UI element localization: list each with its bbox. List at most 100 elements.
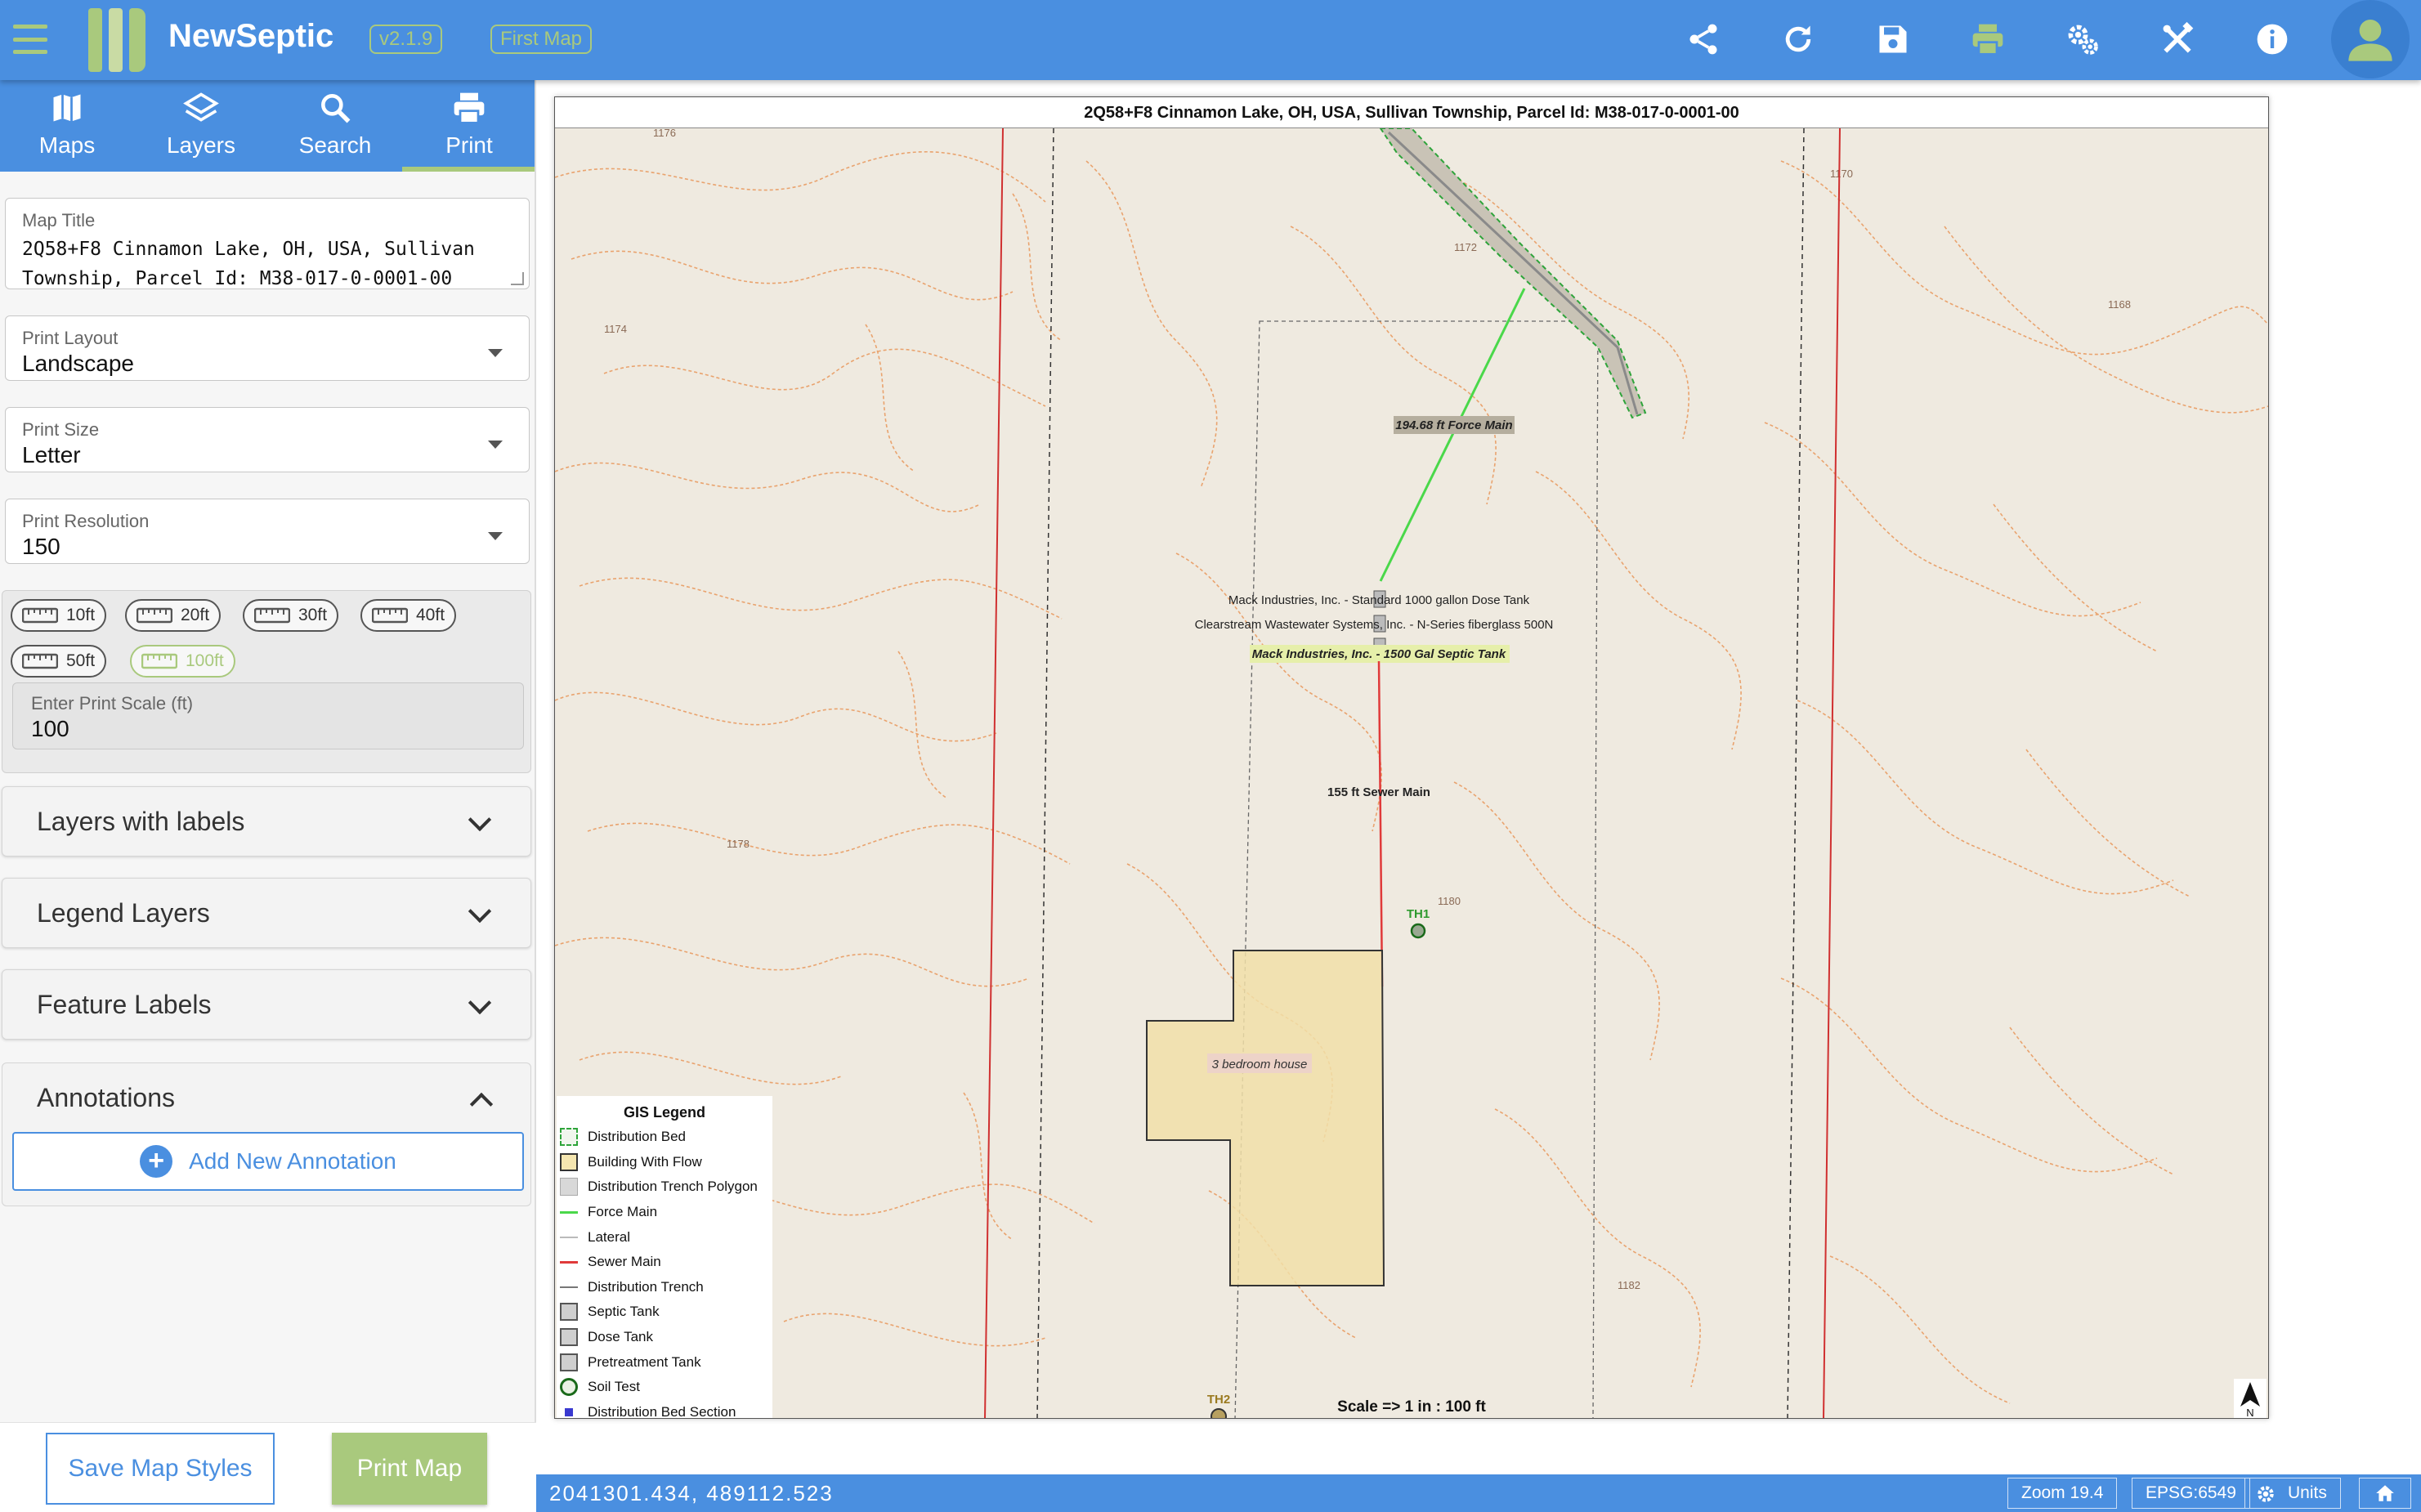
legend-title: GIS Legend	[623, 1104, 705, 1121]
box-icon	[560, 1353, 578, 1371]
print-layout-label: Print Layout	[22, 328, 119, 348]
contour-label: 1182	[1618, 1279, 1640, 1291]
version-badge: v2.1.9	[369, 25, 443, 54]
print-size-select[interactable]: Print Size Letter	[5, 407, 530, 472]
home-button[interactable]	[2359, 1478, 2411, 1509]
tab-layers[interactable]: Layers	[134, 80, 268, 172]
scale-chip-30ft[interactable]: 30ft	[243, 599, 339, 632]
map-drawing[interactable]: 1176 1174 1172 1170 1178 1180 1182 1168 …	[555, 128, 2268, 1419]
side-tabs: Maps Layers Search Print	[0, 80, 536, 172]
ruler-icon	[22, 607, 58, 624]
line-icon	[560, 1203, 578, 1221]
soil-test-th1	[1410, 923, 1426, 939]
print-scale-box: 10ft 20ft 30ft 40ft 50ft 100ft Enter Pri…	[2, 590, 531, 773]
cursor-coordinates: 2041301.434, 489112.523	[549, 1481, 834, 1505]
print-resolution-select[interactable]: Print Resolution 150	[5, 499, 530, 564]
scale-chip-50ft[interactable]: 50ft	[11, 645, 107, 678]
plus-circle-icon: +	[140, 1145, 173, 1178]
accordion-feature-labels[interactable]: Feature Labels	[2, 969, 531, 1040]
legend-label: Lateral	[588, 1228, 630, 1245]
accordion-legend-layers[interactable]: Legend Layers	[2, 878, 531, 948]
tab-search[interactable]: Search	[268, 80, 402, 172]
share-icon[interactable]	[1682, 18, 1725, 60]
sewer-main-line	[1377, 660, 1384, 987]
legend-label: Building With Flow	[588, 1153, 702, 1170]
info-icon[interactable]	[2251, 18, 2293, 60]
print-scale-input[interactable]	[31, 716, 505, 742]
panel-actions: Save Map Styles Print Map	[0, 1422, 536, 1512]
resize-grip-icon[interactable]	[511, 272, 524, 285]
gear-icon	[2258, 1486, 2274, 1502]
contour-label: 1174	[604, 323, 627, 335]
units-button[interactable]: Units	[2244, 1478, 2341, 1509]
print-layout-value: Landscape	[22, 351, 135, 376]
save-map-styles-button[interactable]: Save Map Styles	[46, 1433, 275, 1505]
scale-chip-20ft[interactable]: 20ft	[125, 599, 222, 632]
north-label: N	[2246, 1407, 2253, 1418]
house-label: 3 bedroom house	[1212, 1058, 1308, 1071]
scale-chip-40ft[interactable]: 40ft	[360, 599, 457, 632]
print-panel: Map Title 2Q58+F8 Cinnamon Lake, OH, USA…	[0, 172, 536, 1422]
ruler-icon	[136, 607, 172, 624]
menu-icon[interactable]	[13, 25, 47, 54]
line-icon	[560, 1228, 578, 1246]
map-name-badge[interactable]: First Map	[490, 25, 593, 54]
zoom-level: Zoom 19.4	[2007, 1478, 2118, 1509]
legend-label: Distribution Trench	[588, 1278, 704, 1295]
line-icon	[560, 1253, 578, 1271]
print-map-title: 2Q58+F8 Cinnamon Lake, OH, USA, Sullivan…	[555, 97, 2268, 128]
scale-chip-10ft[interactable]: 10ft	[11, 599, 107, 632]
setback-line	[1787, 128, 1805, 1418]
tab-label: Maps	[38, 132, 96, 158]
caret-down-icon	[488, 349, 503, 357]
contour-label: 1178	[727, 838, 750, 850]
gis-legend: GIS Legend Distribution Bed Building Wit…	[557, 1096, 772, 1418]
print-scale-field[interactable]: Enter Print Scale (ft)	[12, 682, 524, 749]
print-icon[interactable]	[1967, 18, 2009, 60]
ruler-icon	[22, 653, 58, 669]
legend-item: Sewer Main	[557, 1250, 772, 1275]
ruler-icon	[141, 653, 177, 669]
contour-label: 1172	[1454, 241, 1477, 253]
app-name: NewSeptic	[168, 18, 334, 54]
add-annotation-button[interactable]: + Add New Annotation	[12, 1132, 524, 1191]
legend-label: Force Main	[588, 1204, 658, 1220]
map-icon	[53, 94, 81, 122]
map-title-field[interactable]: Map Title 2Q58+F8 Cinnamon Lake, OH, USA…	[5, 198, 530, 289]
north-arrow-icon: N	[2234, 1379, 2267, 1418]
print-map-button[interactable]: Print Map	[332, 1433, 487, 1505]
accordion-layers-with-labels[interactable]: Layers with labels	[2, 786, 531, 857]
scale-chip-100ft[interactable]: 100ft	[130, 645, 235, 678]
chevron-down-icon	[468, 899, 492, 924]
refresh-icon[interactable]	[1777, 18, 1819, 60]
ruler-icon	[372, 607, 408, 624]
printer-icon	[454, 92, 485, 124]
layers-icon	[183, 92, 219, 122]
parcel-line	[1823, 128, 1841, 1418]
chip-label: 40ft	[416, 606, 445, 624]
tab-maps[interactable]: Maps	[0, 80, 134, 172]
print-size-value: Letter	[22, 442, 81, 467]
tools-icon[interactable]	[2156, 18, 2199, 60]
tab-print[interactable]: Print	[402, 80, 536, 172]
status-bar: 2041301.434, 489112.523 Zoom 19.4 EPSG:6…	[536, 1474, 2421, 1512]
th1-label: TH1	[1407, 907, 1430, 921]
chevron-down-icon	[468, 807, 492, 832]
contour-label: 1176	[653, 128, 676, 139]
user-icon[interactable]	[2331, 0, 2410, 78]
map-title-input[interactable]: 2Q58+F8 Cinnamon Lake, OH, USA, Sullivan…	[22, 235, 512, 293]
legend-item: Distribution Trench	[557, 1275, 772, 1300]
print-preview[interactable]: 2Q58+F8 Cinnamon Lake, OH, USA, Sullivan…	[554, 96, 2269, 1419]
settings-icon[interactable]	[2061, 18, 2104, 60]
save-icon[interactable]	[1872, 18, 1914, 60]
tab-label: Layers	[166, 132, 236, 158]
print-layout-select[interactable]: Print Layout Landscape	[5, 315, 530, 381]
pretreatment-tank-label: Clearstream Wastewater Systems, Inc. - N…	[1195, 618, 1554, 632]
distribution-bed	[1379, 128, 1647, 419]
epsg-button[interactable]: EPSG:6549	[2132, 1478, 2250, 1509]
setback-line	[1036, 128, 1054, 1418]
legend-item: Soil Test	[557, 1375, 772, 1400]
contour-label: 1180	[1438, 895, 1461, 907]
legend-item: Pretreatment Tank	[557, 1349, 772, 1375]
accordion-annotations-header[interactable]: Annotations	[2, 1063, 532, 1134]
